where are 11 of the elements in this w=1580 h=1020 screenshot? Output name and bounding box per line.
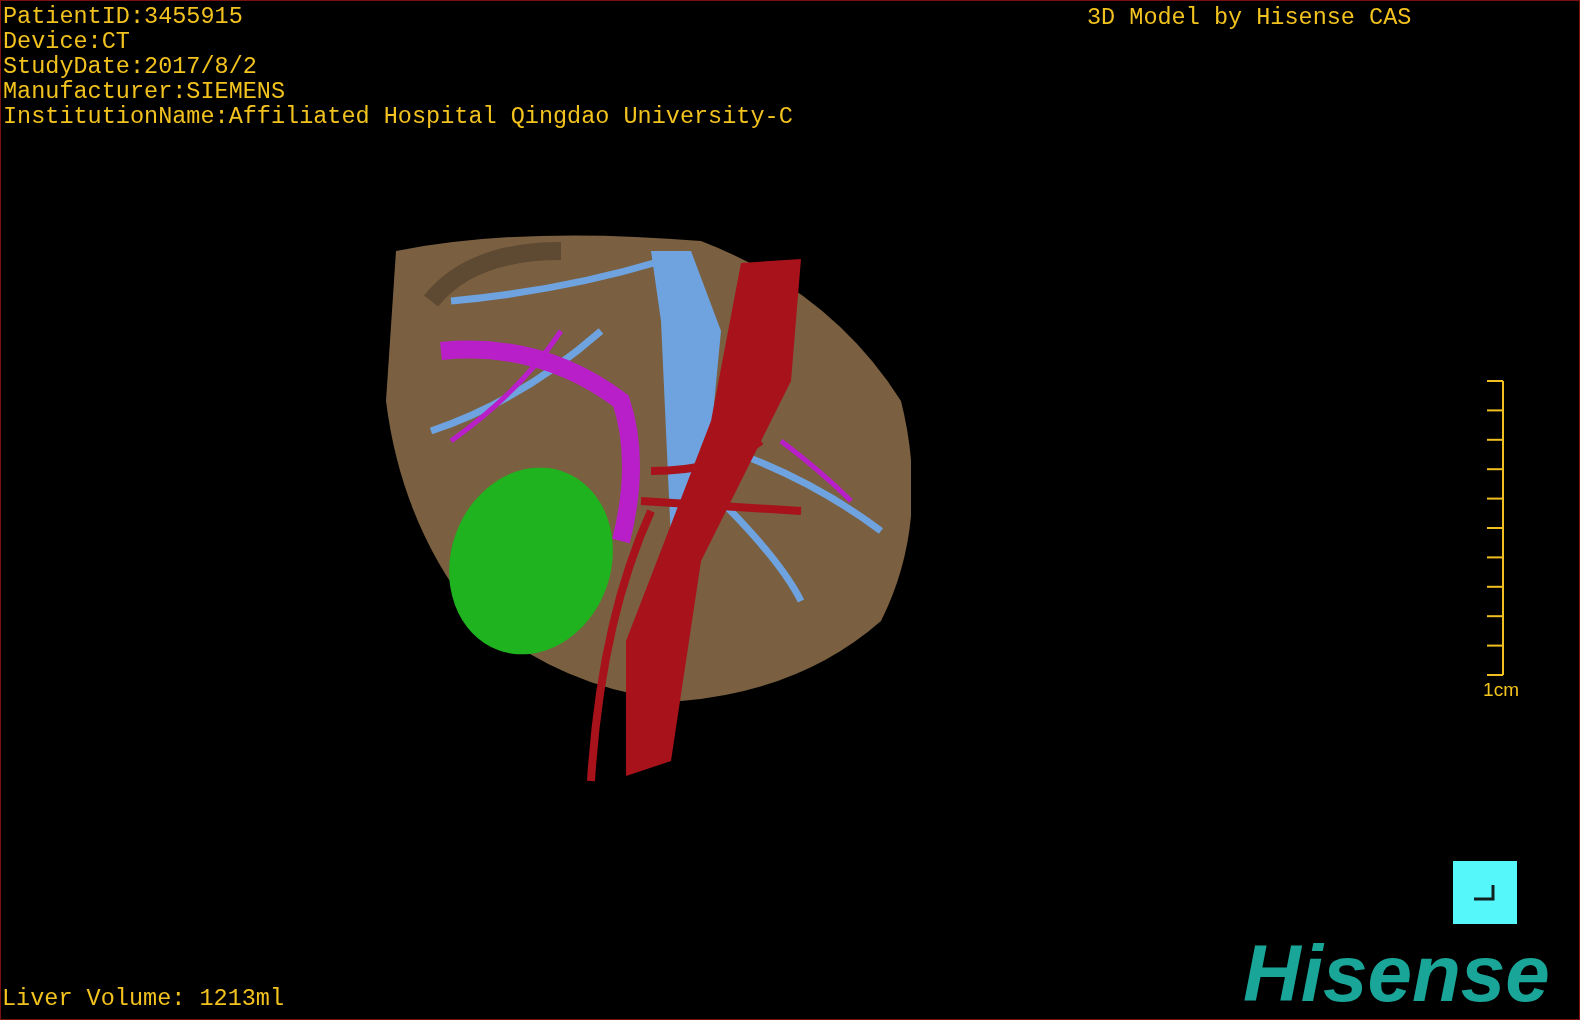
info-text: PatientID:3455915 — [3, 4, 243, 29]
info-text: Manufacturer:SIEMENS — [3, 79, 286, 104]
corner-icon — [1474, 884, 1496, 901]
info-text: Device:CT — [3, 29, 130, 54]
corner-button[interactable] — [1453, 861, 1517, 924]
info-text: StudyDate:2017/8/2 — [3, 54, 257, 79]
logo-text: Hisense — [1243, 934, 1550, 1014]
scale-label: 1cm — [1483, 679, 1519, 701]
volume-text: Liver Volume: 1213ml — [2, 986, 285, 1011]
info-text: InstitutionName:Affiliated Hospital Qingdao University-C — [3, 104, 793, 129]
credit-text: 3D Model by Hisense CAS — [1087, 5, 1412, 30]
